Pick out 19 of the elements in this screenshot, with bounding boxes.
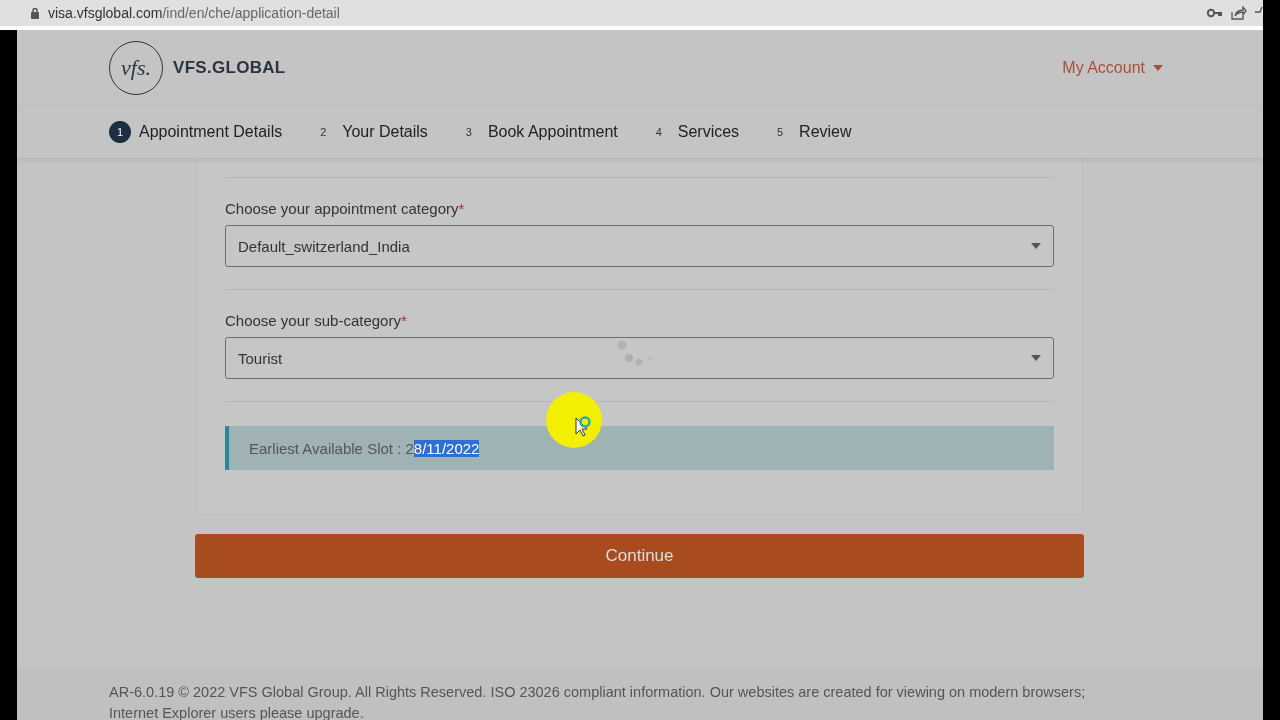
step-tab[interactable]: 4 Services bbox=[647, 121, 740, 143]
step-tab[interactable]: 1 Appointment Details bbox=[109, 121, 283, 143]
continue-button[interactable]: Continue bbox=[195, 534, 1084, 578]
step-tab[interactable]: 2 Your Details bbox=[312, 121, 428, 143]
field-label: Choose your appointment category* bbox=[225, 200, 466, 217]
share-icon[interactable] bbox=[1231, 6, 1247, 20]
step-tab[interactable]: 5 Review bbox=[769, 121, 852, 143]
field-label: Choose your sub-category* bbox=[225, 312, 408, 329]
dropdown-caret-icon bbox=[1031, 355, 1041, 361]
lock-icon bbox=[30, 7, 40, 19]
step-tab[interactable]: 3 Book Appointment bbox=[457, 121, 618, 143]
caret-icon bbox=[1153, 64, 1163, 71]
address-bar-url[interactable]: visa.vfsglobal.com/ind/en/che/application-detail bbox=[48, 5, 340, 21]
select-field[interactable]: Default_switzerland_India bbox=[225, 225, 1054, 267]
key-icon[interactable] bbox=[1207, 8, 1223, 18]
earliest-slot-notice: Earliest Available Slot : 28/11/2022 bbox=[225, 426, 1054, 470]
select-field[interactable]: Tourist bbox=[225, 337, 1054, 379]
brand-name: VFS.GLOBAL bbox=[173, 57, 286, 78]
dropdown-caret-icon bbox=[1031, 243, 1041, 249]
